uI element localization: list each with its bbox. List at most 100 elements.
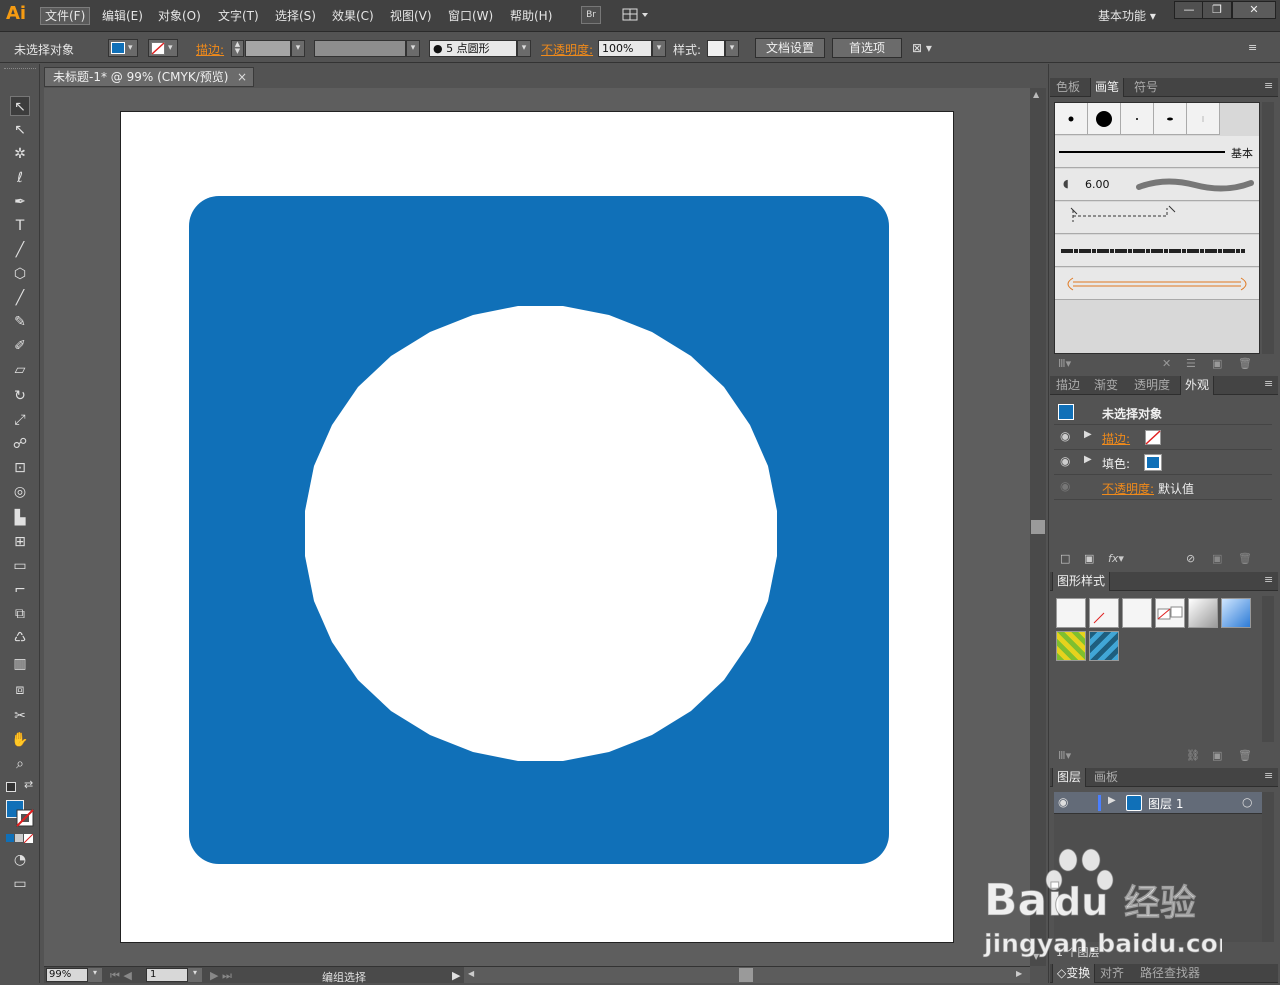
artboard-tool-icon[interactable]: ⧈ [10,680,30,700]
style-gray-gradient[interactable] [1188,598,1218,628]
menu-type[interactable]: 文字(T) [214,7,263,25]
menu-file[interactable]: 文件(F) [40,7,91,25]
white-circle-polygon[interactable] [305,306,777,761]
preferences-button[interactable]: 首选项 [832,38,902,58]
tab-swatches[interactable]: 色板 [1052,78,1084,97]
type-tool-icon[interactable]: T [10,216,30,236]
arrange-documents-button[interactable] [620,6,652,24]
add-effect-icon[interactable]: fx▾ [1108,552,1124,565]
opacity-input[interactable]: 100% [598,40,652,57]
clear-appearance-icon[interactable]: ⊘ [1186,552,1195,565]
brush-dropdown-arrow[interactable]: ▾ [517,40,531,57]
column-graph-tool-icon[interactable]: ▥ [10,654,30,674]
pencil-tool-icon[interactable]: ✎ [10,312,30,332]
duplicate-item-icon[interactable]: ▣ [1212,552,1222,565]
brush-dashed-row[interactable] [1055,202,1259,234]
layers-panel-menu-icon[interactable]: ≡ [1264,769,1273,782]
free-transform-tool-icon[interactable]: ⊡ [10,458,30,478]
delete-item-icon[interactable]: 🗑 [1238,552,1252,565]
selection-tool-icon[interactable]: ↖ [10,96,30,116]
none-mode-icon[interactable] [24,834,33,843]
brush-options-icon[interactable]: ☰ [1186,357,1196,370]
stroke-weight-dropdown[interactable]: ▾ [291,40,305,57]
next-artboard-icon[interactable]: ▶ ⏭ [210,969,232,983]
stroke-color-swatch[interactable] [16,809,34,827]
zoom-input[interactable]: 99% [46,968,88,982]
blob-brush-tool-icon[interactable]: ✐ [10,336,30,356]
draw-mode-icon[interactable]: ◔ [10,850,30,870]
paintbrush-tool-icon[interactable]: ╱ [10,288,30,308]
stroke-label[interactable]: 描边: [196,41,224,58]
document-tab[interactable]: 未标题-1* @ 99% (CMYK/预览) × [44,67,254,87]
brush-dot-large[interactable] [1088,103,1121,135]
bridge-button[interactable]: Br [581,6,601,24]
pen-tool-icon[interactable]: ✒ [10,192,30,212]
expand-layer-icon[interactable]: ▶ [1108,795,1116,806]
layers-scrollbar[interactable] [1262,792,1274,942]
h-scroll-thumb[interactable] [739,968,753,982]
rotate-tool-icon[interactable]: ↻ [10,386,30,406]
stroke-none-icon[interactable] [1145,430,1161,445]
new-style-icon[interactable]: ▣ [1212,749,1222,762]
tab-pathfinder[interactable]: 路径查找器 [1136,964,1204,983]
shape-builder-tool-icon[interactable]: ◎ [10,482,30,502]
opacity-label[interactable]: 不透明度: [541,41,593,58]
artboard-number-input[interactable]: 1 [146,968,188,982]
hand-tool-icon[interactable]: ✋ [10,730,30,750]
perspective-grid-tool-icon[interactable]: ▙ [10,508,30,528]
brush-bristle-row[interactable]: ◖ 6.00 [1055,169,1259,201]
brush-definition-dropdown[interactable]: ● 5 点圆形 [429,40,517,57]
brush-dot-tiny[interactable] [1121,103,1154,135]
style-blue-gradient[interactable] [1221,598,1251,628]
style-none-split[interactable] [1155,598,1185,628]
vertical-scrollbar[interactable]: ▲ ▼ [1030,88,1046,966]
appearance-stroke-label[interactable]: 描边: [1102,430,1130,447]
zoom-dropdown[interactable]: ▾ [88,968,102,982]
variable-width-profile[interactable] [314,40,406,57]
first-artboard-icon[interactable]: ⏮ ◀ [110,969,132,983]
eyedropper-tool-icon[interactable]: ⌐ [10,580,30,600]
menu-object[interactable]: 对象(O) [154,7,205,25]
scale-tool-icon[interactable]: ⤢ [10,410,30,430]
default-colors-icon[interactable] [6,782,16,792]
tab-transparency[interactable]: 透明度 [1130,376,1174,395]
tab-artboards[interactable]: 画板 [1090,768,1122,787]
tab-align[interactable]: 对齐 [1096,964,1128,983]
layer-name[interactable]: 图层 1 [1148,795,1183,812]
scroll-right-icon[interactable]: ▶ [1016,969,1022,978]
restore-button[interactable]: ❐ [1202,1,1232,19]
appearance-opacity-row[interactable]: ◉ 不透明度: 默认值 [1054,475,1272,500]
tab-gradient[interactable]: 渐变 [1090,376,1122,395]
remove-brush-stroke-icon[interactable]: ✕ [1162,357,1171,370]
add-stroke-icon[interactable]: □ [1060,552,1070,565]
new-brush-icon[interactable]: ▣ [1212,357,1222,370]
brush-calligraphic[interactable] [1154,103,1187,135]
expand-arrow-icon[interactable]: ▶ [1084,429,1092,440]
visibility-eye-icon[interactable]: ◉ [1060,454,1070,468]
stroke-swatch-button[interactable]: ▾ [148,39,178,57]
slice-tool-icon[interactable]: ✂ [10,706,30,726]
delete-style-icon[interactable]: 🗑 [1238,749,1252,762]
document-setup-button[interactable]: 文档设置 [755,38,825,58]
gradient-tool-icon[interactable]: ▭ [10,556,30,576]
toolbox-grip[interactable] [4,68,36,71]
close-tab-icon[interactable]: × [237,68,247,86]
mesh-tool-icon[interactable]: ⊞ [10,532,30,552]
blend-tool-icon[interactable]: ⧉ [10,604,30,624]
appearance-panel-menu-icon[interactable]: ≡ [1264,377,1273,390]
brush-dot-small[interactable] [1055,103,1088,135]
eraser-tool-icon[interactable]: ▱ [10,360,30,380]
tab-transform[interactable]: ◇变换 [1052,964,1096,983]
scroll-thumb[interactable] [1031,520,1045,534]
tab-stroke[interactable]: 描边 [1052,376,1084,395]
stroke-weight-stepper[interactable]: ▲ ▼ [231,40,244,57]
magic-wand-tool-icon[interactable]: ✲ [10,144,30,164]
close-button[interactable]: ✕ [1232,1,1276,19]
brush-border-row[interactable] [1055,268,1259,300]
gradient-mode-icon[interactable] [15,834,23,842]
brush-thin[interactable] [1187,103,1220,135]
brush-basic-row[interactable]: 基本 [1055,136,1259,168]
graphic-style-swatch[interactable] [707,40,725,57]
tab-appearance[interactable]: 外观 [1180,376,1215,395]
polygon-tool-icon[interactable]: ⬡ [10,264,30,284]
